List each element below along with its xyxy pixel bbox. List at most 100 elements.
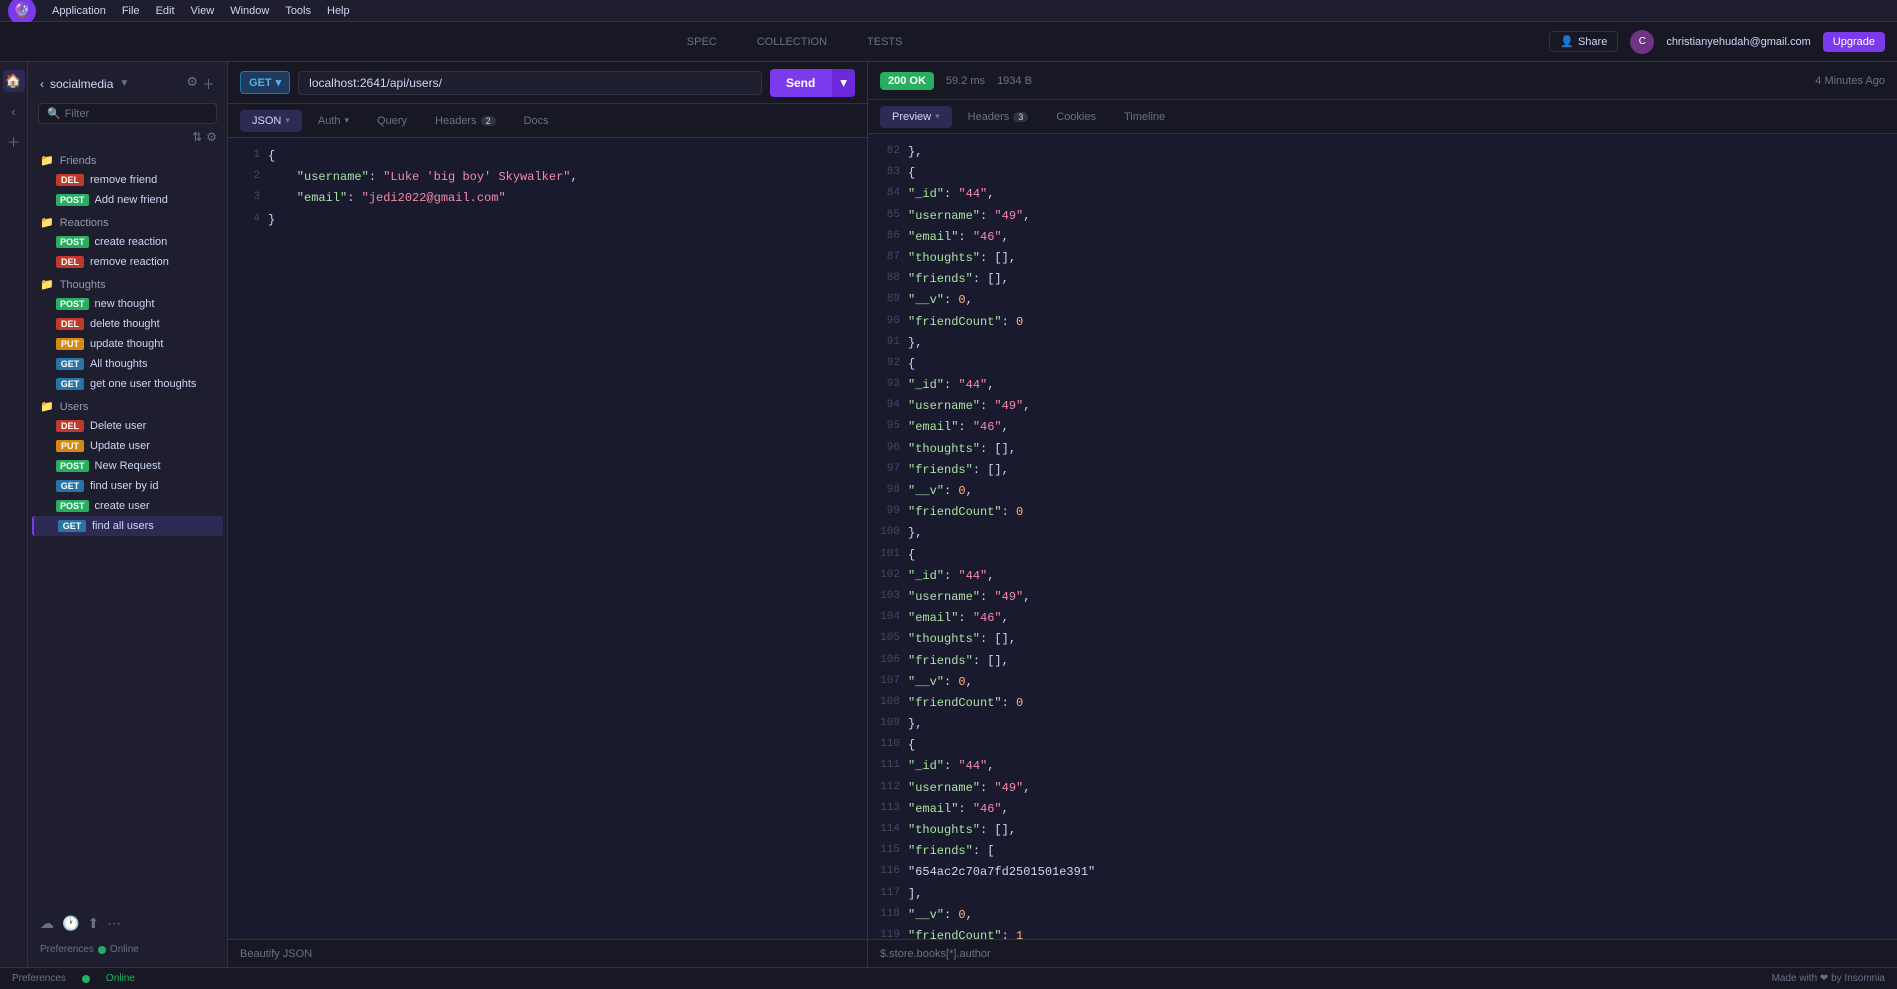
- nav-item-label: remove reaction: [90, 256, 169, 268]
- nav-item-add-friend[interactable]: POST Add new friend: [32, 190, 223, 210]
- tab-query-label: Query: [377, 115, 407, 127]
- section-users[interactable]: 📁 Users: [28, 394, 227, 416]
- nav-item-all-thoughts[interactable]: GET All thoughts: [32, 354, 223, 374]
- filter-options-icon[interactable]: ⚙: [206, 130, 217, 144]
- section-friends-label: Friends: [60, 155, 97, 167]
- response-line: 88 "friends": [],: [868, 269, 1897, 290]
- section-thoughts[interactable]: 📁 Thoughts: [28, 272, 227, 294]
- back-arrow-icon[interactable]: ‹: [40, 77, 44, 91]
- tab-timeline[interactable]: Timeline: [1112, 106, 1177, 128]
- response-status-bar: 200 OK 59.2 ms 1934 B 4 Minutes Ago: [868, 62, 1897, 100]
- nav-item-update-user[interactable]: PUT Update user: [32, 436, 223, 456]
- response-line: 90 "friendCount": 0: [868, 312, 1897, 333]
- tab-query[interactable]: Query: [365, 110, 419, 132]
- nav-item-remove-reaction[interactable]: DEL remove reaction: [32, 252, 223, 272]
- response-line: 104 "email": "46",: [868, 608, 1897, 629]
- response-line: 101 {: [868, 545, 1897, 566]
- tab-preview[interactable]: Preview ▾: [880, 106, 952, 128]
- send-dropdown-button[interactable]: ▾: [831, 69, 855, 97]
- nav-item-user-thoughts[interactable]: GET get one user thoughts: [32, 374, 223, 394]
- cloud-icon[interactable]: ☁: [40, 915, 54, 932]
- beautify-button[interactable]: Beautify JSON: [240, 948, 312, 960]
- menu-view[interactable]: View: [191, 5, 215, 17]
- share-button[interactable]: 👤 Share: [1549, 31, 1618, 52]
- preferences-label[interactable]: Preferences: [12, 973, 66, 984]
- method-post-badge: POST: [56, 298, 89, 310]
- nav-item-create-reaction[interactable]: POST create reaction: [32, 232, 223, 252]
- response-line: 105 "thoughts": [],: [868, 629, 1897, 650]
- nav-item-delete-thought[interactable]: DEL delete thought: [32, 314, 223, 334]
- tab-auth[interactable]: Auth ▾: [306, 110, 361, 132]
- response-tabs-bar: Preview ▾ Headers 3 Cookies Timeline: [868, 100, 1897, 134]
- nav-item-find-user-by-id[interactable]: GET find user by id: [32, 476, 223, 496]
- tab-response-headers[interactable]: Headers 3: [956, 106, 1041, 128]
- menu-file[interactable]: File: [122, 5, 140, 17]
- tab-docs[interactable]: Docs: [512, 110, 561, 132]
- nav-item-find-all-users[interactable]: GET find all users: [32, 516, 223, 536]
- clock-icon[interactable]: 🕐: [62, 915, 79, 932]
- folder-icon: 📁: [40, 400, 54, 413]
- upload-icon[interactable]: ⬆: [87, 915, 99, 932]
- response-line: 119 "friendCount": 1: [868, 926, 1897, 939]
- response-line: 109 },: [868, 714, 1897, 735]
- tab-spec[interactable]: SPEC: [679, 32, 725, 52]
- preview-dropdown-icon: ▾: [935, 111, 940, 122]
- tab-response-headers-label: Headers: [968, 111, 1010, 123]
- avatar: C: [1630, 30, 1654, 54]
- method-get-badge: GET: [56, 358, 84, 370]
- response-line: 117 ],: [868, 884, 1897, 905]
- more-icon[interactable]: ⋯: [107, 915, 121, 932]
- method-post-badge: POST: [56, 194, 89, 206]
- nav-item-create-user[interactable]: POST create user: [32, 496, 223, 516]
- nav-item-new-thought[interactable]: POST new thought: [32, 294, 223, 314]
- nav-bottom: ☁ 🕐 ⬆ ⋯: [28, 907, 227, 940]
- collection-name-label: socialmedia: [50, 77, 113, 91]
- nav-item-new-request[interactable]: POST New Request: [32, 456, 223, 476]
- icon-add[interactable]: ＋: [3, 130, 25, 152]
- menu-application[interactable]: Application: [52, 5, 106, 17]
- menu-edit[interactable]: Edit: [156, 5, 175, 17]
- menu-help[interactable]: Help: [327, 5, 350, 17]
- filter-input[interactable]: [65, 108, 208, 120]
- nav-item-delete-user[interactable]: DEL Delete user: [32, 416, 223, 436]
- tab-tests[interactable]: TESTS: [859, 32, 910, 52]
- url-input[interactable]: [309, 76, 751, 90]
- section-reactions[interactable]: 📁 Reactions: [28, 210, 227, 232]
- method-del-badge: DEL: [56, 256, 84, 268]
- tab-headers[interactable]: Headers 2: [423, 110, 508, 132]
- response-line: 84 "_id": "44",: [868, 184, 1897, 205]
- nav-item-update-thought[interactable]: PUT update thought: [32, 334, 223, 354]
- collection-dropdown-icon[interactable]: ▼: [119, 78, 129, 89]
- share-icon: 👤: [1560, 35, 1574, 48]
- add-icon[interactable]: ＋: [202, 74, 215, 93]
- request-bottom-bar: Beautify JSON: [228, 939, 867, 967]
- response-line: 89 "__v": 0,: [868, 290, 1897, 311]
- method-get-badge: GET: [56, 378, 84, 390]
- main-layout: 🏠 ‹ ＋ ‹ socialmedia ▼ ⚙ ＋ 🔍 ⇅ ⚙ 📁: [0, 62, 1897, 967]
- upgrade-button[interactable]: Upgrade: [1823, 32, 1885, 52]
- nav-item-label: All thoughts: [90, 358, 147, 370]
- icon-back[interactable]: ‹: [3, 100, 25, 122]
- online-label: Online: [110, 944, 139, 955]
- send-button[interactable]: Send: [770, 69, 831, 97]
- tab-collection[interactable]: COLLECTION: [749, 32, 835, 52]
- method-post-badge: POST: [56, 236, 89, 248]
- tab-cookies[interactable]: Cookies: [1044, 106, 1108, 128]
- menu-tools[interactable]: Tools: [285, 5, 311, 17]
- menu-window[interactable]: Window: [230, 5, 269, 17]
- icon-home[interactable]: 🏠: [3, 70, 25, 92]
- settings-icon[interactable]: ⚙: [186, 74, 198, 93]
- request-code-editor[interactable]: 1 { 2 "username": "Luke 'big boy' Skywal…: [228, 138, 867, 939]
- tab-json[interactable]: JSON ▾: [240, 110, 302, 132]
- nav-item-remove-friend[interactable]: DEL remove friend: [32, 170, 223, 190]
- section-friends[interactable]: 📁 Friends: [28, 148, 227, 170]
- nav-panel: ‹ socialmedia ▼ ⚙ ＋ 🔍 ⇅ ⚙ 📁 Friends DEL …: [28, 62, 228, 967]
- response-panel: 200 OK 59.2 ms 1934 B 4 Minutes Ago Prev…: [868, 62, 1897, 967]
- method-put-badge: PUT: [56, 338, 84, 350]
- response-line: 94 "username": "49",: [868, 396, 1897, 417]
- method-post-badge: POST: [56, 500, 89, 512]
- sort-icon[interactable]: ⇅: [192, 130, 202, 144]
- response-size: 1934 B: [997, 75, 1032, 87]
- preferences-link[interactable]: Preferences: [40, 944, 94, 955]
- method-selector[interactable]: GET ▾: [240, 71, 290, 94]
